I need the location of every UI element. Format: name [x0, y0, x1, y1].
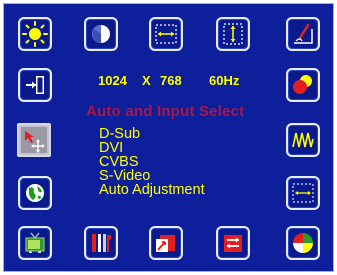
color-button[interactable]: [286, 68, 320, 102]
option-dsub[interactable]: D-Sub: [99, 127, 205, 142]
horizontal-position-icon: [292, 183, 314, 203]
language-button[interactable]: [18, 176, 52, 210]
tv-button[interactable]: [18, 226, 52, 260]
contrast-icon: [92, 25, 110, 43]
resolution-separator: X: [142, 73, 151, 88]
option-dvi[interactable]: DVI: [99, 141, 205, 156]
color-wheel-button[interactable]: [286, 226, 320, 260]
vertical-size-button[interactable]: [216, 17, 250, 51]
horizontal-position-button[interactable]: [286, 176, 320, 210]
pencil-icon: [294, 23, 313, 44]
vertical-size-icon: [223, 23, 243, 45]
osd-panel: 1024 X 768 60Hz Auto and Input Select D-…: [3, 3, 334, 272]
swap-button[interactable]: [216, 226, 250, 260]
globe-language-icon: [26, 184, 44, 202]
recall-button[interactable]: [149, 226, 183, 260]
input-exit-icon: [26, 76, 44, 94]
tv-icon: [25, 232, 45, 253]
tools-icon: [92, 234, 111, 252]
input-exit-button[interactable]: [18, 68, 52, 102]
auto-select-icon: [25, 131, 45, 153]
horizontal-size-icon: [155, 24, 177, 44]
contrast-button[interactable]: [84, 17, 118, 51]
pencil-button[interactable]: [286, 17, 320, 51]
phase-button[interactable]: [286, 123, 320, 157]
menu-title: Auto and Input Select: [86, 103, 245, 120]
tools-button[interactable]: [84, 226, 118, 260]
recall-icon: [156, 235, 175, 252]
brightness-button[interactable]: [18, 17, 52, 51]
color-icon: [293, 75, 312, 94]
swap-icon: [224, 235, 242, 252]
input-options-list: D-Sub DVI CVBS S-Video Auto Adjustment: [99, 127, 205, 198]
color-wheel-icon: [293, 233, 313, 253]
auto-select-button[interactable]: [17, 123, 51, 157]
refresh-rate: 60Hz: [209, 73, 240, 88]
brightness-icon: [22, 21, 48, 47]
option-cvbs[interactable]: CVBS: [99, 155, 205, 170]
waveform-icon: [292, 132, 314, 148]
resolution-height: 768: [160, 73, 182, 88]
option-auto-adjustment[interactable]: Auto Adjustment: [99, 183, 205, 198]
horizontal-size-button[interactable]: [149, 17, 183, 51]
resolution-width: 1024: [98, 73, 127, 88]
option-svideo[interactable]: S-Video: [99, 169, 205, 184]
